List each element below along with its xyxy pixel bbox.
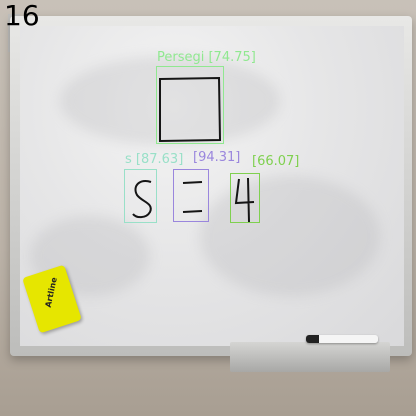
detection-label-four: [66.07] (252, 154, 300, 169)
detection-box-square (156, 66, 224, 144)
detection-box-equals (173, 169, 209, 222)
detection-box-s (124, 169, 157, 223)
eraser-brand-label: Artline (43, 276, 59, 309)
detection-label-square: Persegi [74.75] (157, 50, 256, 65)
detection-label-equals: [94.31] (193, 150, 241, 165)
detection-box-four (230, 173, 260, 223)
whiteboard-marker (306, 335, 378, 343)
detection-label-s: s [87.63] (125, 152, 184, 167)
frame-number: 16 (4, 0, 40, 32)
